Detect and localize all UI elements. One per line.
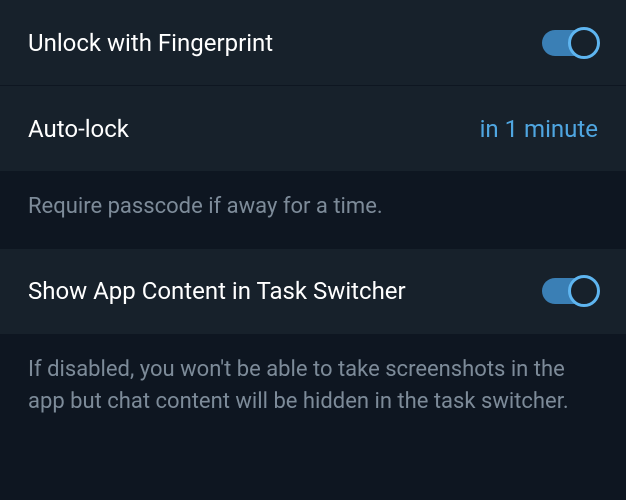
- autolock-label: Auto-lock: [28, 115, 129, 143]
- task-switcher-description: If disabled, you won't be able to take s…: [0, 334, 626, 444]
- fingerprint-toggle[interactable]: [542, 30, 598, 56]
- task-switcher-label: Show App Content in Task Switcher: [28, 277, 406, 305]
- task-switcher-toggle[interactable]: [542, 278, 598, 304]
- autolock-description: Require passcode if away for a time.: [0, 171, 626, 249]
- fingerprint-label: Unlock with Fingerprint: [28, 29, 273, 57]
- toggle-knob: [568, 275, 600, 307]
- fingerprint-row[interactable]: Unlock with Fingerprint: [0, 0, 626, 85]
- autolock-value: in 1 minute: [480, 115, 598, 143]
- task-switcher-row[interactable]: Show App Content in Task Switcher: [0, 249, 626, 334]
- autolock-row[interactable]: Auto-lock in 1 minute: [0, 86, 626, 171]
- toggle-knob: [568, 27, 600, 59]
